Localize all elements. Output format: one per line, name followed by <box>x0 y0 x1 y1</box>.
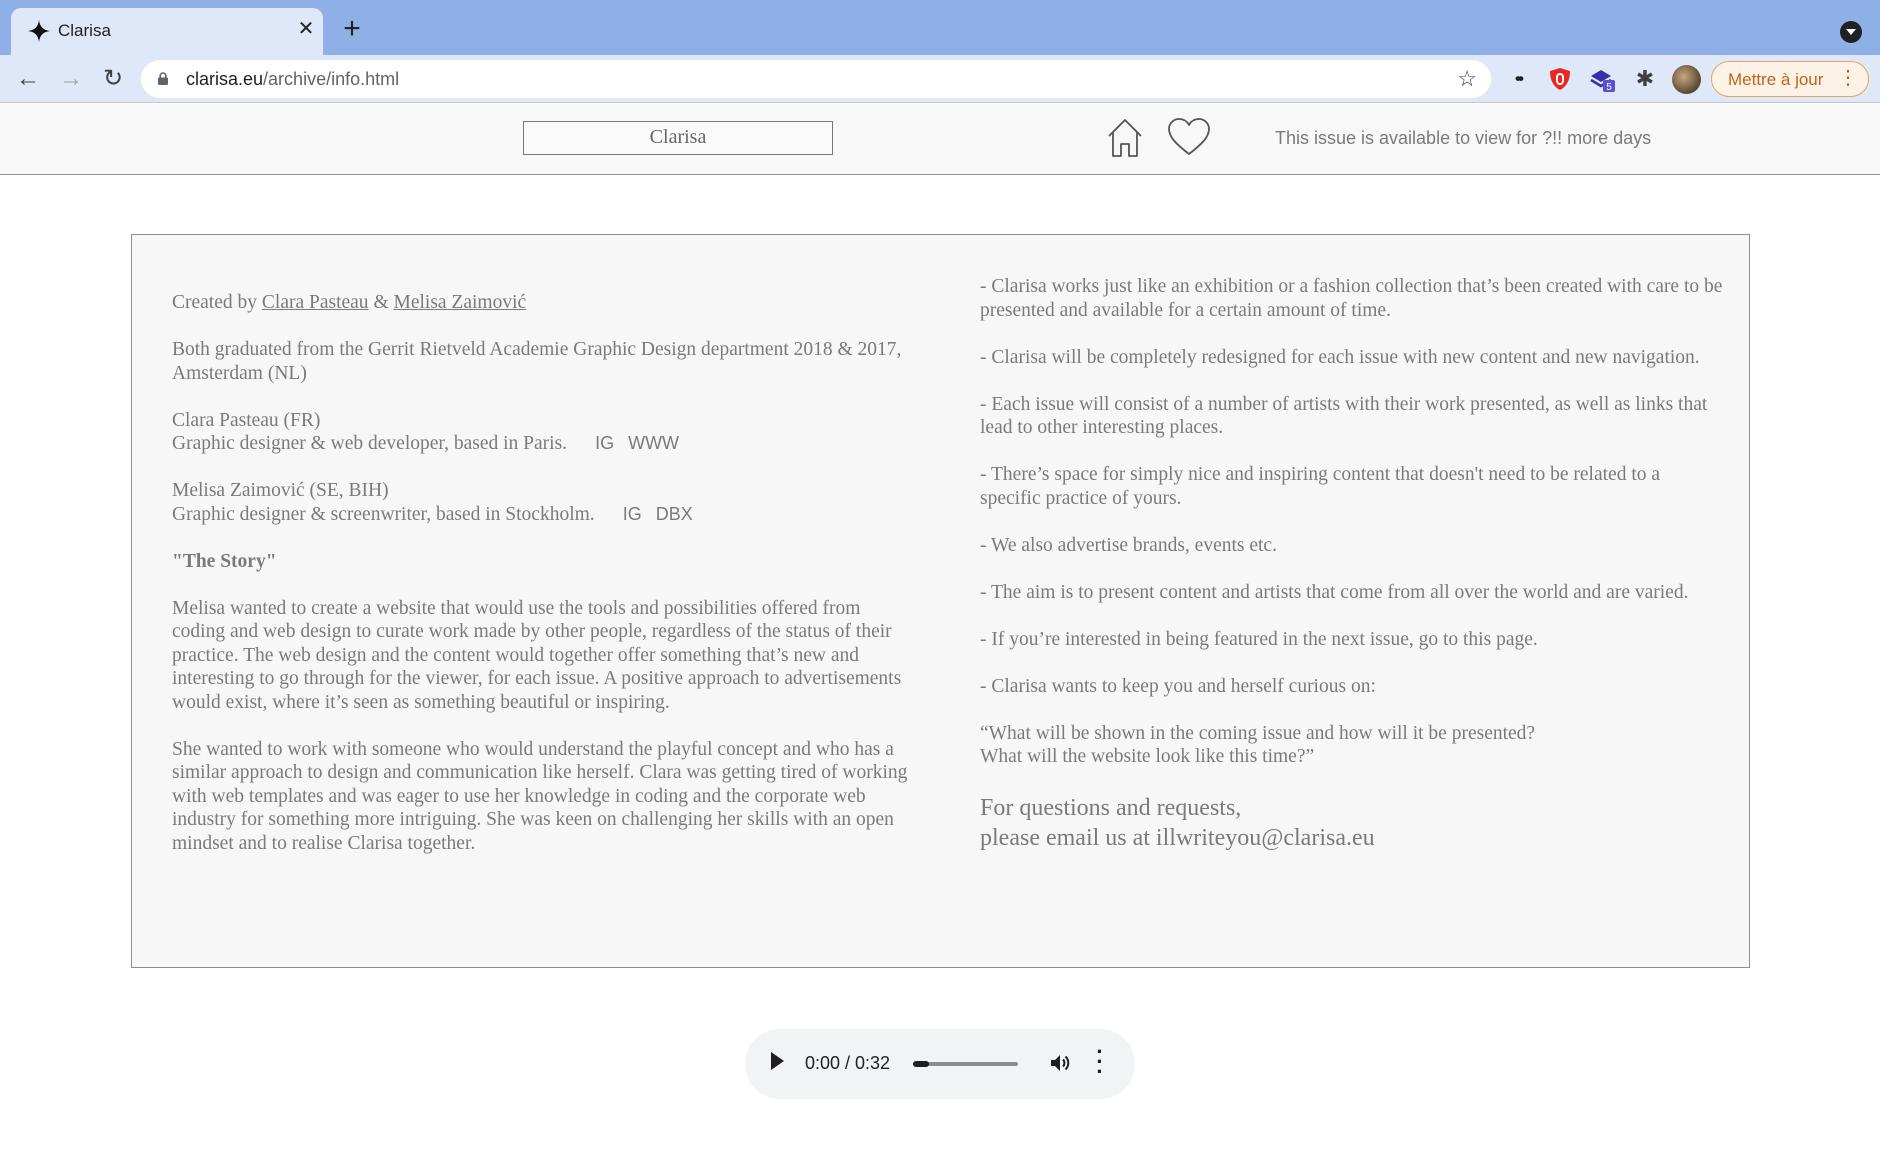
new-tab-button[interactable]: + <box>338 14 366 44</box>
close-tab-icon[interactable]: ✕ <box>295 18 317 40</box>
melisa-ig-link[interactable]: IG <box>623 504 642 524</box>
graduation-text: Both graduated from the Gerrit Rietveld … <box>172 339 902 384</box>
site-logo-button[interactable]: Clarisa <box>523 121 833 155</box>
heart-icon[interactable] <box>1166 117 1212 157</box>
eye-extension-icon[interactable]: •• <box>1505 66 1531 92</box>
concept-point: - There’s space for simply nice and insp… <box>980 464 1661 509</box>
layers-icon: 5 <box>1590 70 1615 93</box>
concept-point: - We also advertise brands, events etc. <box>980 534 1277 556</box>
ublock-icon[interactable] <box>1547 66 1573 92</box>
credits-ampersand: & <box>368 292 394 313</box>
about-column: Created by Clara Pasteau & Melisa Zaimov… <box>172 291 912 879</box>
bio-melisa: Melisa Zaimović (SE, BIH) Graphic design… <box>172 479 912 526</box>
concept-point: - Clarisa wants to keep you and herself … <box>980 675 1376 697</box>
story-title: "The Story" <box>172 550 277 572</box>
story-paragraph-1: Melisa wanted to create a website that w… <box>172 597 902 713</box>
audio-time: 0:00 / 0:32 <box>805 1053 891 1073</box>
concept-point: - Each issue will consist of a number of… <box>980 393 1708 439</box>
profile-avatar[interactable] <box>1672 65 1701 94</box>
bio-melisa-name: Melisa Zaimović (SE, BIH) <box>172 480 389 501</box>
concept-point: - The aim is to present content and arti… <box>980 581 1689 603</box>
browser-tab[interactable]: Clarisa ✕ <box>11 8 323 55</box>
bio-clara: Clara Pasteau (FR) Graphic designer & we… <box>172 409 912 456</box>
play-icon[interactable] <box>771 1052 784 1070</box>
sparkle-icon <box>28 20 50 42</box>
quote-line-2: What will the website look like this tim… <box>980 746 1315 767</box>
home-icon[interactable] <box>1106 117 1144 159</box>
concept-column: - Clarisa works just like an exhibition … <box>980 275 1725 876</box>
reload-button[interactable]: ↻ <box>97 63 129 95</box>
contact-text: For questions and requests, please email… <box>980 793 1725 853</box>
clara-www-link[interactable]: WWW <box>628 433 679 453</box>
url-text: clarisa.eu/archive/info.html <box>186 69 399 90</box>
bio-clara-name: Clara Pasteau (FR) <box>172 409 321 431</box>
concept-point: - Clarisa works just like an exhibition … <box>980 276 1723 321</box>
site-header: Clarisa This issue is available to view … <box>0 104 1880 175</box>
page-content: Clarisa This issue is available to view … <box>0 104 1880 1175</box>
address-bar[interactable]: clarisa.eu/archive/info.html ☆ <box>141 60 1491 98</box>
url-path: /archive/info.html <box>263 69 400 89</box>
author-link-melisa[interactable]: Melisa Zaimović <box>393 292 526 313</box>
puzzle-extensions-icon[interactable]: ✱ <box>1632 66 1658 92</box>
quote-line-1: “What will be shown in the coming issue … <box>980 722 1536 744</box>
credits-prefix: Created by <box>172 292 262 313</box>
credits-line: Created by Clara Pasteau & Melisa Zaimov… <box>172 291 912 315</box>
quote: “What will be shown in the coming issue … <box>980 722 1725 769</box>
extension-badge: 5 <box>1606 82 1612 92</box>
concept-point: - Clarisa will be completely redesigned … <box>980 346 1700 368</box>
browser-toolbar: ← → ↻ clarisa.eu/archive/info.html ☆ •• … <box>0 55 1880 103</box>
author-link-clara[interactable]: Clara Pasteau <box>262 292 369 313</box>
tab-strip: Clarisa ✕ + <box>0 0 1880 55</box>
clara-ig-link[interactable]: IG <box>595 433 614 453</box>
availability-notice: This issue is available to view for ?!! … <box>1275 128 1652 148</box>
info-panel: Created by Clara Pasteau & Melisa Zaimov… <box>131 234 1750 968</box>
back-button[interactable]: ← <box>12 63 44 95</box>
kebab-menu-icon[interactable]: ⋮ <box>1838 67 1858 89</box>
lock-icon <box>158 72 168 85</box>
update-button[interactable]: Mettre à jour ⋮ <box>1711 61 1869 97</box>
melisa-dbx-link[interactable]: DBX <box>656 504 693 524</box>
update-button-label: Mettre à jour <box>1728 70 1824 89</box>
tab-search-icon[interactable] <box>1840 21 1862 43</box>
url-host: clarisa.eu <box>186 69 264 89</box>
volume-icon[interactable] <box>1048 1051 1072 1075</box>
bio-melisa-role: Graphic designer & screenwriter, based i… <box>172 503 595 525</box>
audio-options-icon[interactable]: · · · <box>1095 1041 1105 1083</box>
bookmark-star-icon[interactable]: ☆ <box>1457 67 1477 91</box>
audio-seek-progress[interactable] <box>913 1061 929 1067</box>
contact-line-2: please email us at illwriteyou@clarisa.e… <box>980 824 1375 851</box>
story-paragraph-2: She wanted to work with someone who woul… <box>172 738 908 854</box>
forward-button[interactable]: → <box>55 63 87 95</box>
concept-point: - If you’re interested in being featured… <box>980 628 1538 650</box>
bio-clara-role: Graphic designer & web developer, based … <box>172 433 568 454</box>
audio-player: 0:00 / 0:32 · · · <box>745 1029 1135 1099</box>
tab-title: Clarisa <box>58 21 111 40</box>
contact-line-1: For questions and requests, <box>980 794 1242 821</box>
stack-extension-icon[interactable]: 5 <box>1589 66 1615 93</box>
